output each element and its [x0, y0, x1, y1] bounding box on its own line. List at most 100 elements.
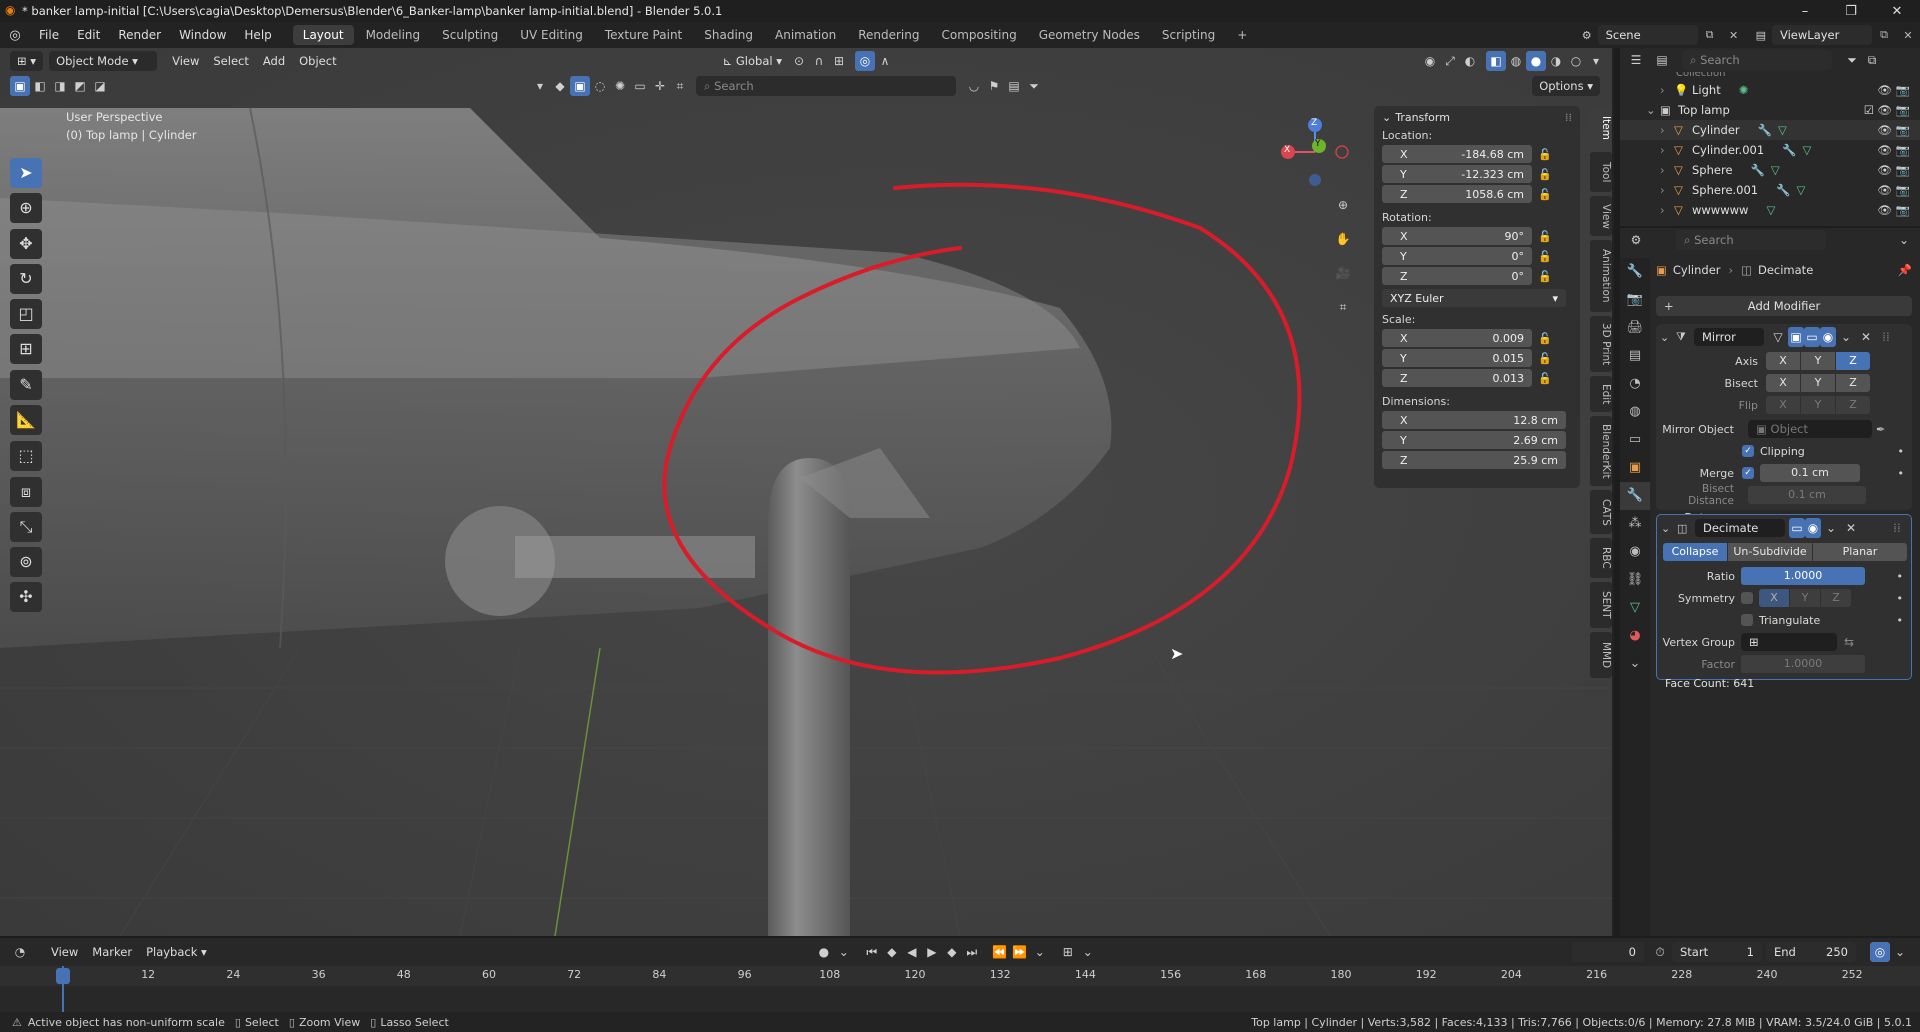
realtime-icon[interactable]: ▭	[1789, 518, 1805, 538]
select-new-icon[interactable]: ▣	[10, 76, 30, 96]
collection-tab-icon[interactable]: ▭	[1620, 426, 1650, 454]
eye-icon[interactable]: 👁	[1877, 103, 1892, 117]
eye-icon[interactable]: 👁	[1877, 183, 1892, 197]
mesh-filter-icon[interactable]: ▣	[570, 76, 590, 96]
properties-options-icon[interactable]: ⌄	[1894, 230, 1914, 250]
merge-distance-field[interactable]: 0.1 cm	[1760, 464, 1860, 482]
play-reverse-icon[interactable]: ◀	[902, 942, 922, 962]
timeline-overlay-icon[interactable]: ◎	[1870, 942, 1890, 962]
viewport-search-input[interactable]: ⌕ Search	[696, 76, 956, 96]
panel-drag-icon[interactable]: ⁞⁞	[1565, 111, 1572, 124]
outliner-row-top-lamp[interactable]: ⌄ ▣ Top lamp ☑ 👁 📷	[1620, 100, 1920, 120]
workspace-tab-geometry-nodes[interactable]: Geometry Nodes	[1029, 25, 1150, 45]
move-tool-icon[interactable]: ✥	[10, 229, 42, 259]
solid-shading-icon[interactable]: ●	[1526, 51, 1546, 71]
eye-icon[interactable]: 👁	[1877, 163, 1892, 177]
realtime-icon[interactable]: ▭	[1804, 327, 1820, 347]
dropdown-chevron-icon[interactable]: ⌄	[1821, 518, 1841, 538]
eye-icon[interactable]: 👁	[1877, 83, 1892, 97]
output-tab-icon[interactable]: 🖨	[1620, 314, 1650, 342]
outliner-search-input[interactable]: ⌕ Search	[1682, 50, 1832, 70]
camera-view-icon[interactable]: 🎥	[1330, 260, 1356, 286]
timeline-editor-type-icon[interactable]: ◔	[10, 942, 30, 962]
pin-icon[interactable]: 📌	[1898, 263, 1912, 277]
drag-handle-icon[interactable]: ⁞⁞	[1876, 327, 1896, 347]
sidebar-tab-mmd[interactable]: MMD	[1590, 632, 1612, 678]
symmetry-checkbox[interactable]	[1741, 592, 1753, 604]
expand-chevron-icon[interactable]: ›	[1660, 203, 1674, 217]
editor-type-icon[interactable]: ⊞ ▾	[10, 51, 44, 71]
scale-x-field[interactable]: X 0.009	[1382, 329, 1532, 347]
mirror-name-field[interactable]: Mirror	[1694, 328, 1764, 346]
sidebar-tab-edit[interactable]: Edit	[1590, 376, 1612, 412]
measure-tool-icon[interactable]: 📐	[10, 405, 42, 435]
collapse-mode-tab[interactable]: Collapse	[1663, 543, 1727, 561]
scene-selector[interactable]: Scene	[1597, 25, 1698, 45]
camera-icon[interactable]: 📷	[1896, 123, 1910, 137]
sidebar-tab-sent[interactable]: SENT	[1590, 582, 1612, 628]
play-icon[interactable]: ▶	[922, 942, 942, 962]
outliner-filter-icon[interactable]: ⏷	[1842, 50, 1862, 70]
scale-tool-icon[interactable]: ◰	[10, 299, 42, 329]
eyedropper-icon[interactable]: ✒	[1876, 423, 1885, 436]
vertex-group-field[interactable]: ⊞	[1741, 633, 1837, 651]
scene-tab-icon[interactable]: ◔	[1620, 370, 1650, 398]
properties-editor-type-icon[interactable]: ⚙	[1626, 230, 1646, 250]
visibility-icon[interactable]: ◉	[1420, 51, 1440, 71]
rotation-z-field[interactable]: Z 0°	[1382, 267, 1532, 285]
timeline-menu-marker[interactable]: Marker	[85, 942, 139, 962]
drag-handle-icon[interactable]: ⁞⁞	[1887, 518, 1907, 538]
scale-z-field[interactable]: Z 0.013	[1382, 369, 1532, 387]
frame-ruler[interactable]: 0122436486072849610812013214415616818019…	[0, 966, 1920, 986]
shear-tool-icon[interactable]: ⊚	[10, 547, 42, 577]
snap-target-icon[interactable]: ⊞	[829, 51, 849, 71]
expand-chevron-icon[interactable]: ⌄	[1646, 103, 1660, 117]
curve-filter-icon[interactable]: ◌	[590, 76, 610, 96]
knife-tool-icon[interactable]: ⤡	[10, 512, 42, 542]
workspace-tab-rendering[interactable]: Rendering	[848, 25, 929, 45]
menu-help[interactable]: Help	[235, 22, 280, 48]
location-y-field[interactable]: Y -12.323 cm	[1382, 165, 1532, 183]
scale-y-field[interactable]: Y 0.015	[1382, 349, 1532, 367]
workspace-tab-compositing[interactable]: Compositing	[931, 25, 1026, 45]
falloff-icon[interactable]: ∧	[875, 51, 895, 71]
collapse-chevron-icon[interactable]: ⌄	[1661, 522, 1677, 535]
view-layer-tab-icon[interactable]: ▤	[1620, 342, 1650, 370]
tool-tab-icon[interactable]: 🔧	[1620, 258, 1650, 286]
jump-end-icon[interactable]: ⏭	[962, 942, 982, 962]
mirror-object-field[interactable]: ▣ Object	[1748, 420, 1872, 438]
flip-x-toggle[interactable]: X	[1766, 396, 1800, 414]
collapse-chevron-icon[interactable]: ⌄	[1382, 111, 1391, 124]
data-tab-icon[interactable]: ▽	[1620, 594, 1650, 622]
display-mode-icon[interactable]: ▤	[1004, 76, 1024, 96]
particles-tab-icon[interactable]: ⁂	[1620, 510, 1650, 538]
sidebar-tab-tool[interactable]: Tool	[1590, 152, 1612, 192]
flip-y-toggle[interactable]: Y	[1801, 396, 1835, 414]
maximize-button[interactable]: ❐	[1828, 4, 1874, 19]
collection-row-partial[interactable]: Collection	[1620, 72, 1920, 80]
spin-tool-icon[interactable]: ✣	[10, 582, 42, 612]
workspace-tab-modeling[interactable]: Modeling	[356, 25, 431, 45]
more-tabs-icon[interactable]: ⌄	[1620, 650, 1650, 678]
lock-icon[interactable]: 🔓	[1532, 148, 1558, 161]
next-marker-icon[interactable]: ⏩	[1010, 942, 1030, 962]
shading-options-icon[interactable]: ▾	[1586, 51, 1606, 71]
lock-icon[interactable]: 🔓	[1532, 372, 1558, 385]
outliner-row-cylinder-001[interactable]: › ▽ Cylinder.001 🔧 ▽ 👁 📷	[1620, 140, 1920, 160]
lock-icon[interactable]: 🔓	[1532, 270, 1558, 283]
empty-filter-icon[interactable]: ✛	[650, 76, 670, 96]
viewport-menu-view[interactable]: View	[165, 51, 206, 71]
sidebar-tab-item[interactable]: Item	[1590, 108, 1612, 148]
keying-set-icon[interactable]: ⌄	[1078, 942, 1098, 962]
wireframe-shading-icon[interactable]: ◍	[1506, 51, 1526, 71]
object-types-icon[interactable]: ◆	[550, 76, 570, 96]
current-frame-field[interactable]: 0	[1572, 942, 1644, 962]
constraints-tab-icon[interactable]: ⛓	[1620, 566, 1650, 594]
planar-mode-tab[interactable]: Planar	[1813, 543, 1907, 561]
delete-scene-icon[interactable]: ✕	[1722, 29, 1746, 42]
outliner-row-wwwwww[interactable]: › ▽ wwwwww ▽ 👁 📷	[1620, 200, 1920, 220]
bisect-z-toggle[interactable]: Z	[1836, 374, 1870, 392]
eye-icon[interactable]: 👁	[1877, 143, 1892, 157]
render-tab-icon[interactable]: 📷	[1620, 286, 1650, 314]
symmetry-z-toggle[interactable]: Z	[1821, 589, 1851, 607]
